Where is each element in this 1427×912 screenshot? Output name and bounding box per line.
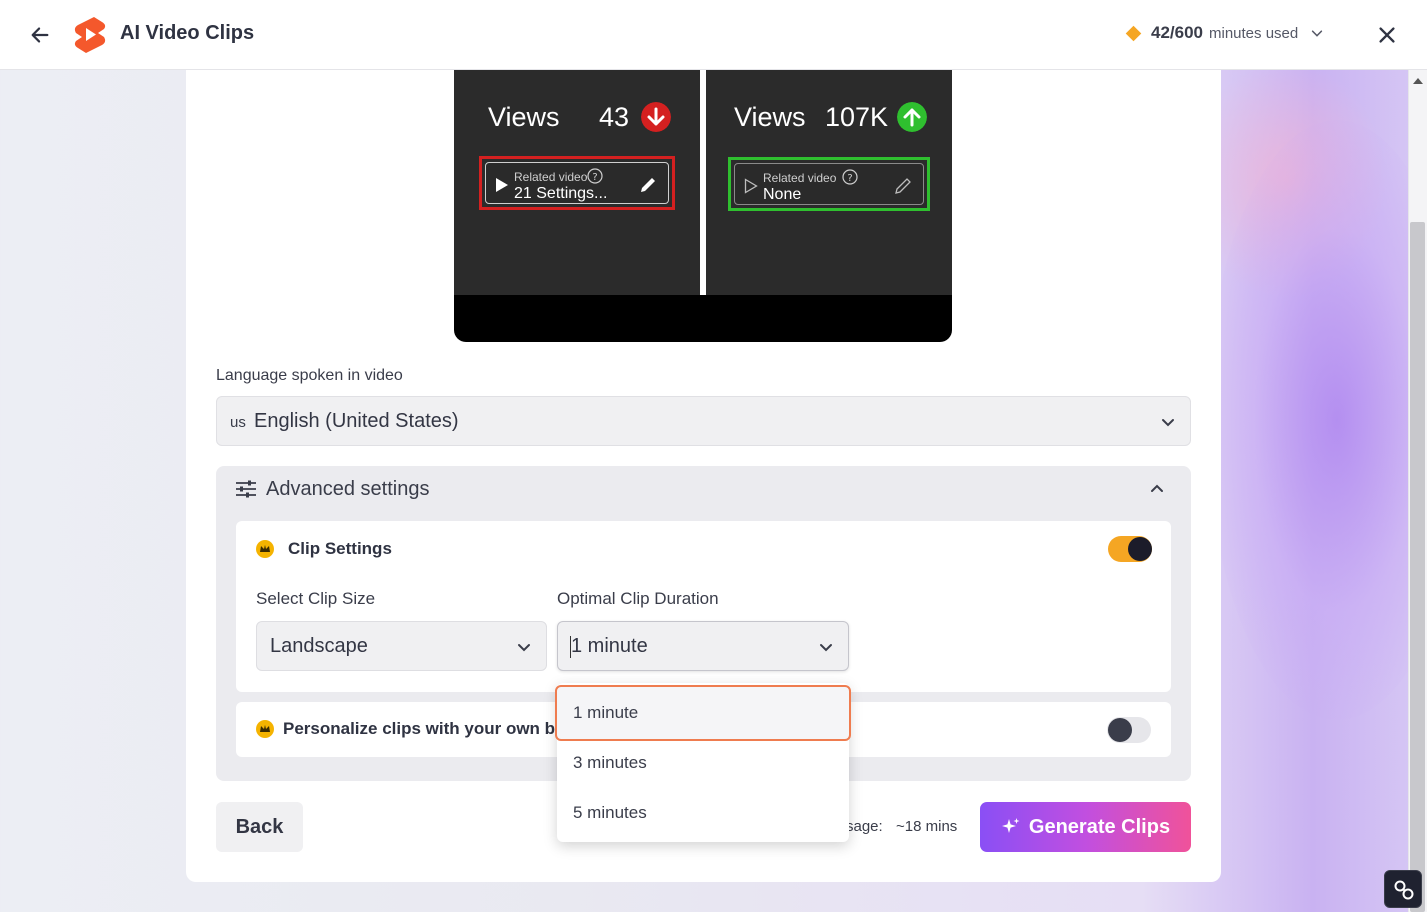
- scroll-up-icon[interactable]: [1413, 78, 1423, 84]
- sparkle-icon: [1001, 818, 1020, 833]
- duration-option[interactable]: 5 minutes: [557, 787, 849, 837]
- top-bar: AI Video Clips 42/600 minutes used: [0, 0, 1427, 70]
- chevron-down-icon: [1162, 419, 1174, 427]
- back-arrow-icon[interactable]: [29, 24, 51, 46]
- duration-label: Optimal Clip Duration: [557, 589, 719, 608]
- estimate-value: ~18 mins: [896, 818, 958, 835]
- flag-icon: us: [230, 414, 246, 431]
- language-label: Language spoken in video: [216, 367, 403, 384]
- generate-clips-label: Generate Clips: [1028, 815, 1171, 838]
- duration-option[interactable]: 1 minute: [555, 685, 851, 741]
- chevron-up-icon: [1151, 484, 1163, 492]
- toggle-knob: [1128, 537, 1152, 561]
- advanced-settings-title: Advanced settings: [266, 478, 430, 500]
- chevron-down-icon: [518, 644, 530, 652]
- arrow-up-icon: [897, 102, 927, 132]
- language-select[interactable]: us English (United States): [216, 396, 1191, 446]
- duration-select[interactable]: 1 minute: [557, 621, 849, 671]
- clip-settings-toggle[interactable]: [1108, 536, 1152, 562]
- views-label: Views: [734, 102, 806, 132]
- usage-meter[interactable]: 42/600 minutes used: [1125, 23, 1324, 43]
- views-label: Views: [488, 102, 560, 132]
- language-value: English (United States): [254, 410, 459, 432]
- views-value: 43: [599, 102, 630, 132]
- sliders-icon: [236, 480, 256, 498]
- clip-settings-card: Clip Settings Select Clip Size Landscape…: [236, 521, 1171, 692]
- pencil-outline-icon: [895, 178, 911, 194]
- play-outline-icon: [744, 178, 758, 194]
- views-value: 107K: [825, 102, 889, 132]
- chevron-down-icon: [820, 644, 832, 652]
- usage-count: 42/600: [1151, 23, 1203, 42]
- related-video-box: Related video ? None: [728, 157, 930, 211]
- related-video-box: Related video ? 21 Settings...: [479, 156, 675, 210]
- help-icon: ?: [587, 168, 603, 184]
- pencil-icon: [641, 178, 655, 192]
- app-logo-icon: [74, 17, 106, 53]
- related-video-value: 21 Settings...: [514, 185, 608, 202]
- toggle-knob: [1108, 718, 1132, 742]
- personalize-toggle[interactable]: [1107, 717, 1151, 743]
- duration-dropdown: 1 minute 3 minutes 5 minutes: [555, 683, 851, 842]
- clip-size-value: Landscape: [270, 635, 368, 657]
- clip-size-label: Select Clip Size: [256, 589, 376, 608]
- crown-icon: [256, 540, 274, 558]
- preview-panel-bad: Views 43 Related video ? 21 Settings...: [454, 70, 700, 295]
- scrollbar-thumb[interactable]: [1410, 222, 1425, 912]
- advanced-settings-header[interactable]: Advanced settings: [216, 466, 1191, 512]
- duration-option[interactable]: 3 minutes: [557, 737, 849, 787]
- app-title: AI Video Clips: [120, 22, 255, 44]
- duration-value: 1 minute: [571, 635, 648, 657]
- play-icon: [496, 178, 508, 192]
- clip-size-select[interactable]: Landscape: [256, 621, 547, 671]
- preview-panel-good: Views 107K Related video ? None: [706, 70, 952, 295]
- back-button[interactable]: Back: [216, 802, 303, 852]
- help-icon: ?: [842, 169, 858, 185]
- related-video-label: Related video: [514, 170, 588, 184]
- generate-clips-button[interactable]: Generate Clips: [980, 802, 1191, 852]
- personalize-title: Personalize clips with your own b: [283, 719, 556, 738]
- link-icon: [1394, 880, 1414, 900]
- svg-text:?: ?: [847, 173, 852, 184]
- estimate-label: sage:: [846, 818, 883, 835]
- close-icon[interactable]: [1376, 24, 1398, 46]
- extension-widget[interactable]: [1384, 870, 1422, 908]
- svg-text:?: ?: [592, 172, 597, 183]
- chevron-down-icon: [1312, 30, 1323, 37]
- related-video-value: None: [763, 186, 802, 203]
- clip-settings-title: Clip Settings: [288, 539, 392, 558]
- video-preview[interactable]: Views 43 Related video ? 21 Settings...: [454, 70, 952, 342]
- diamond-icon: [1125, 25, 1142, 41]
- arrow-down-icon: [641, 102, 671, 132]
- related-video-label: Related video: [763, 171, 837, 185]
- usage-label: minutes used: [1209, 24, 1299, 42]
- crown-icon: [256, 720, 274, 738]
